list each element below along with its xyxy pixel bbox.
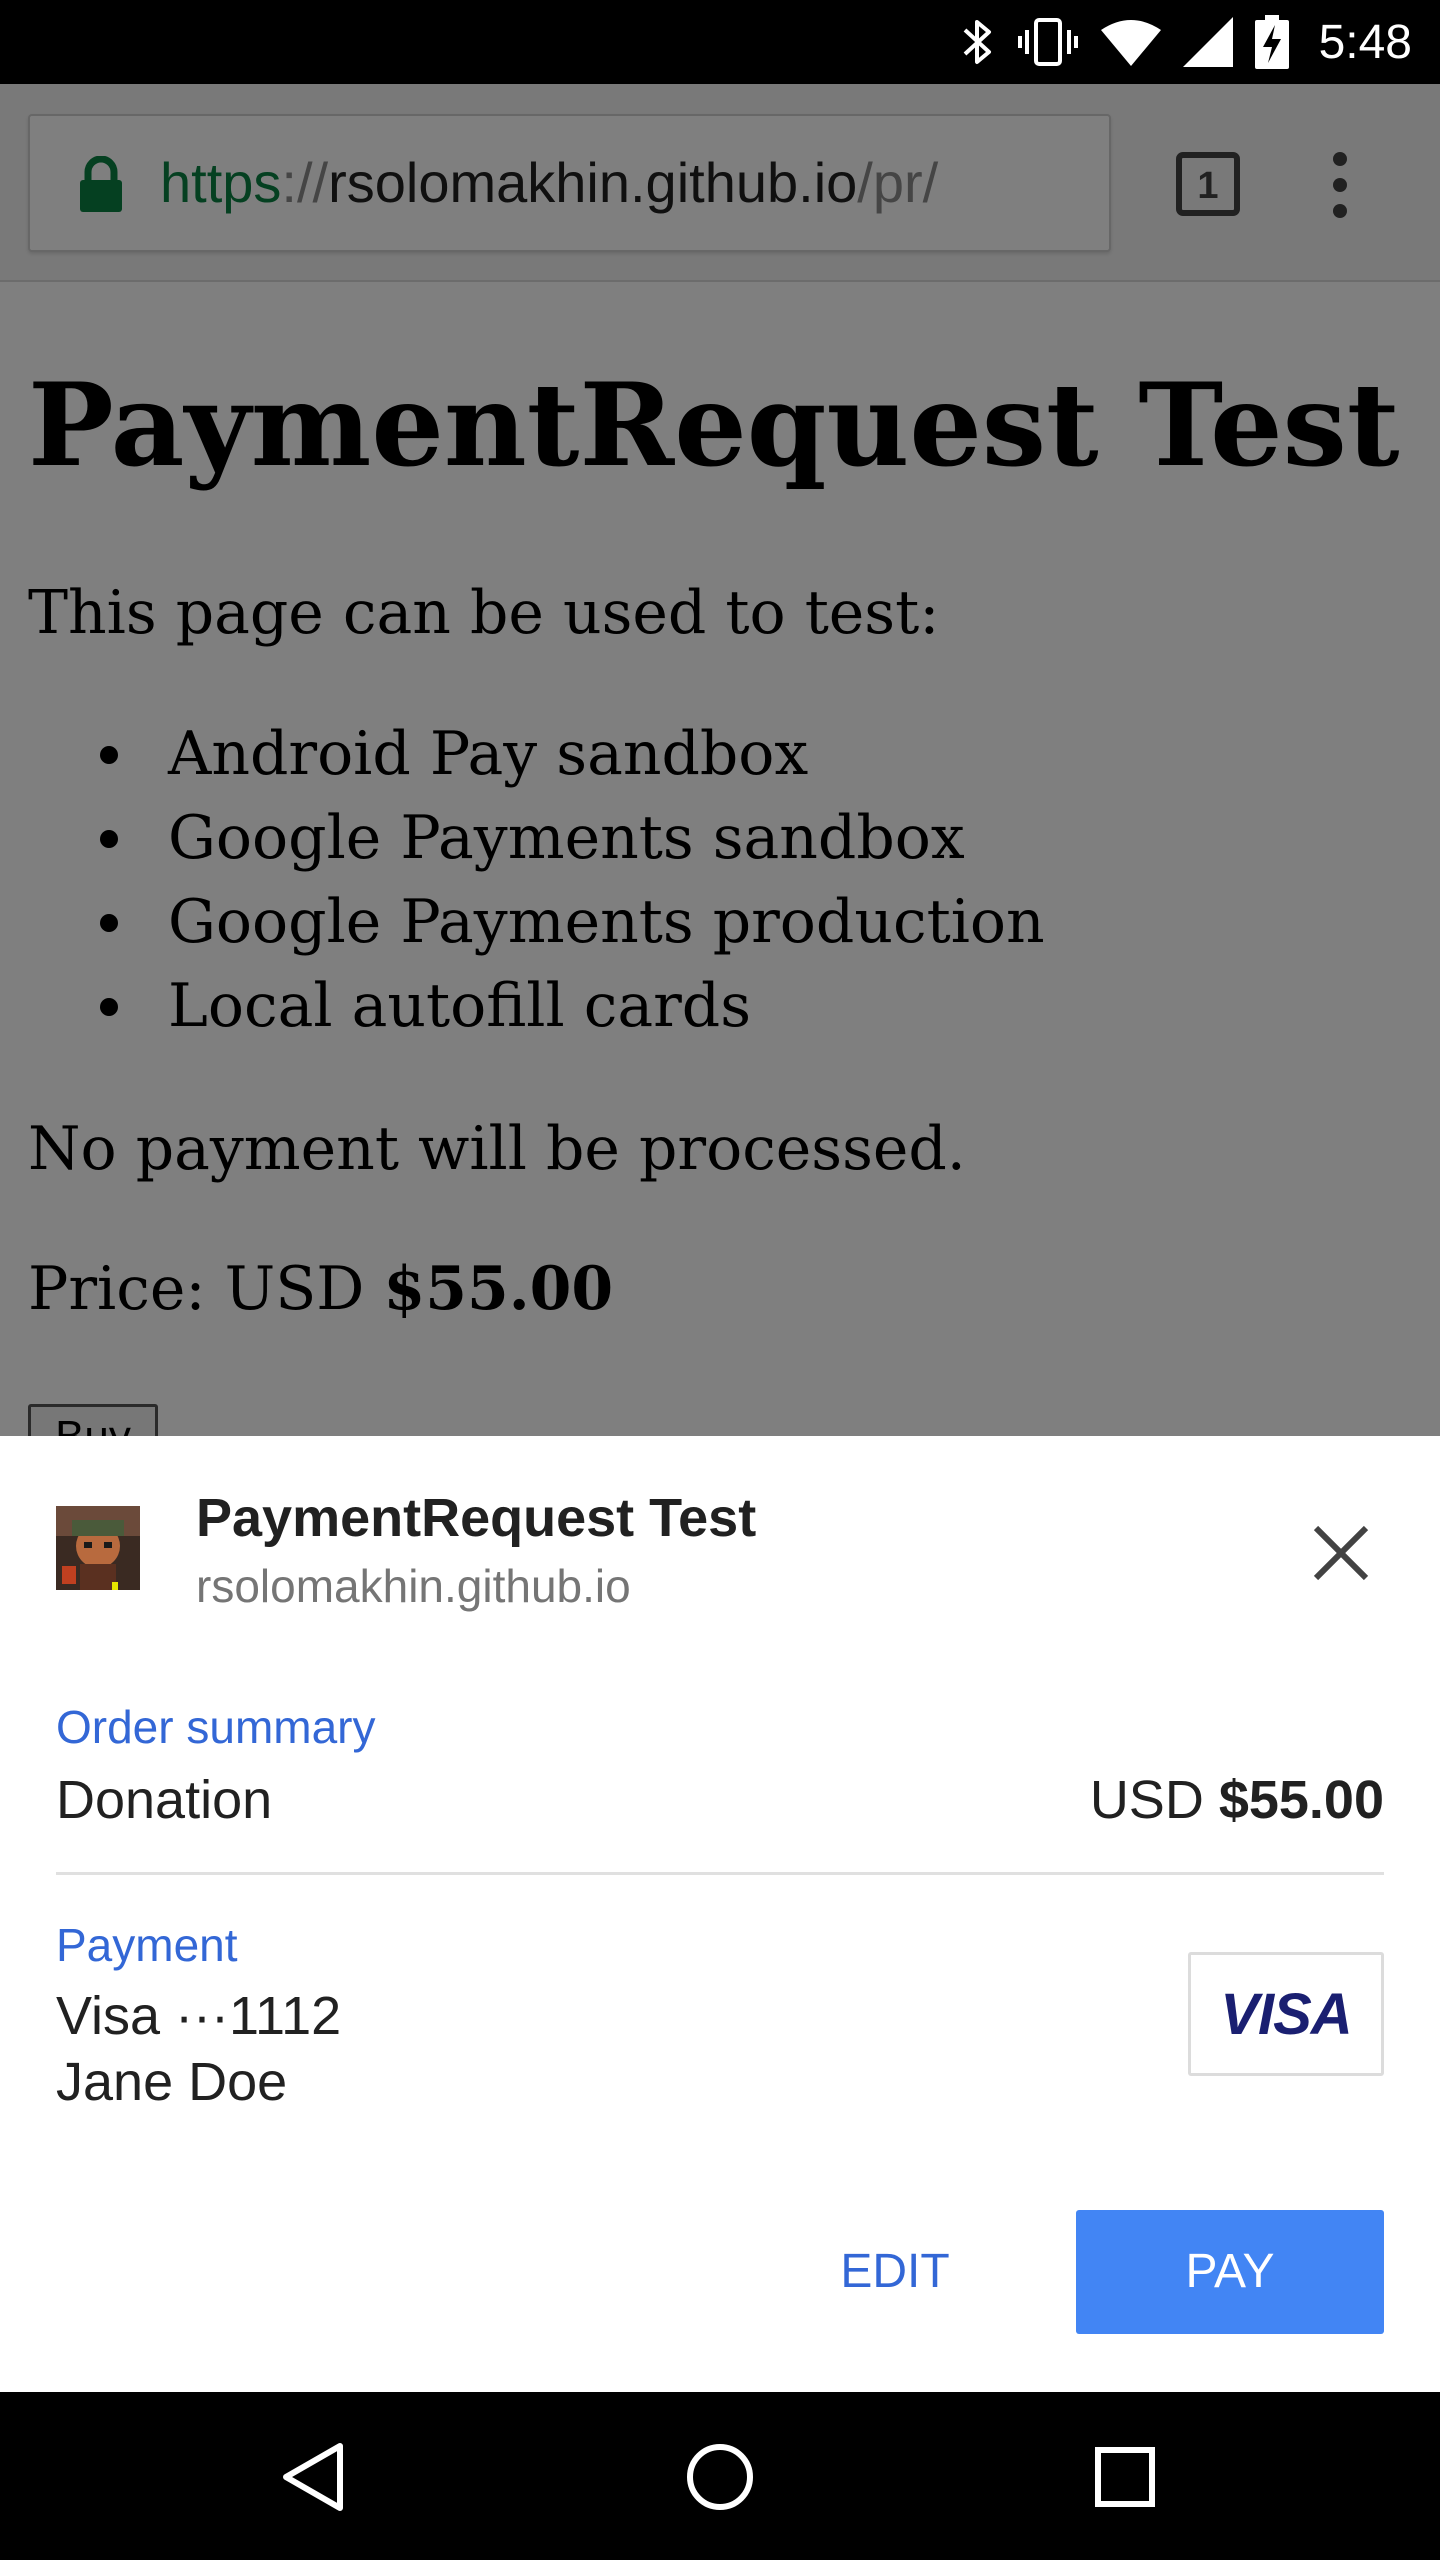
merchant-origin: rsolomakhin.github.io bbox=[196, 1560, 631, 1612]
divider bbox=[56, 1872, 1384, 1875]
card-number: Visa ···1112 bbox=[56, 1986, 342, 2046]
back-icon[interactable] bbox=[270, 2432, 360, 2522]
payment-sheet: PaymentRequest Test rsolomakhin.github.i… bbox=[0, 1436, 1440, 2392]
visa-logo-icon: VISA bbox=[1188, 1952, 1384, 2076]
status-bar: 5:48 bbox=[0, 0, 1440, 84]
vibrate-icon bbox=[1017, 18, 1078, 66]
merchant-title: PaymentRequest Test bbox=[196, 1488, 757, 1548]
close-icon[interactable] bbox=[1306, 1518, 1376, 1588]
edit-button[interactable]: EDIT bbox=[820, 2210, 970, 2334]
clock: 5:48 bbox=[1318, 15, 1412, 69]
cardholder-name: Jane Doe bbox=[56, 2052, 288, 2112]
modal-scrim[interactable] bbox=[0, 84, 1440, 1436]
payment-label[interactable]: Payment bbox=[56, 1918, 238, 1972]
signal-icon bbox=[1182, 17, 1233, 67]
order-total-value: $55.00 bbox=[1218, 1770, 1384, 1830]
status-icons: 5:48 bbox=[959, 0, 1412, 84]
order-summary-label[interactable]: Order summary bbox=[56, 1700, 375, 1754]
pay-button[interactable]: PAY bbox=[1076, 2210, 1384, 2334]
order-currency: USD bbox=[1089, 1770, 1219, 1830]
navigation-bar bbox=[0, 2392, 1440, 2560]
recents-icon[interactable] bbox=[1080, 2432, 1170, 2522]
home-icon[interactable] bbox=[675, 2432, 765, 2522]
battery-charging-icon bbox=[1254, 15, 1289, 69]
card-brand: VISA bbox=[1220, 1981, 1352, 2047]
wifi-icon bbox=[1100, 20, 1161, 66]
bluetooth-icon bbox=[963, 20, 991, 64]
merchant-favicon bbox=[56, 1506, 140, 1590]
order-item: Donation bbox=[56, 1770, 273, 1830]
order-total: USD $55.00 bbox=[1090, 1768, 1384, 1832]
